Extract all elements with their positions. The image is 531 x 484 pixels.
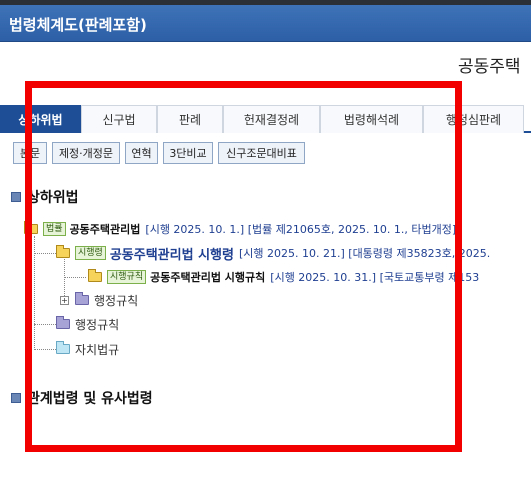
related-section-title: 관계법령 및 유사법령	[11, 388, 153, 408]
law-title-header: 공동주택	[458, 57, 521, 77]
admin-rules-sub-label[interactable]: 행정규칙	[94, 292, 138, 309]
tree-item-local-laws[interactable]: 자치법규	[56, 339, 119, 359]
tree-item-admin-rules-sub[interactable]: + 행정규칙	[60, 290, 138, 310]
title-bar: 법령체계도(판례포함)	[0, 5, 531, 42]
hierarchy-section-label: 상하위법	[27, 190, 79, 206]
tab-hierarchy[interactable]: 상하위법	[0, 105, 81, 133]
article-compare-button[interactable]: 신구조문대비표	[218, 142, 305, 164]
local-laws-label[interactable]: 자치법규	[75, 341, 119, 358]
expand-plus-icon[interactable]: +	[60, 295, 69, 305]
tab-law-interpretations[interactable]: 법령해석례	[320, 105, 423, 133]
rule-meta: [시행 2025. 10. 31.] [국토교통부령 제153	[270, 271, 480, 284]
law-name-link[interactable]: 공동주택관리법	[70, 221, 141, 237]
decree-name-link[interactable]: 공동주택관리법 시행령	[110, 244, 234, 263]
tree-connector	[34, 349, 56, 350]
hierarchy-section-title: 상하위법	[11, 187, 79, 207]
tree-connector	[64, 277, 86, 278]
folder-icon	[75, 292, 89, 305]
section-bullet-icon	[11, 393, 21, 403]
decree-meta: [시행 2025. 10. 21.] [대통령령 제35823호, 2025.	[238, 247, 491, 260]
three-way-compare-button[interactable]: 3단비교	[163, 142, 213, 164]
decree-type-badge: 시행령	[75, 246, 106, 260]
folder-icon	[56, 245, 70, 258]
rule-type-badge: 시행규칙	[107, 270, 147, 284]
folder-icon	[56, 316, 70, 329]
folder-icon	[56, 341, 70, 354]
tree-item-rule[interactable]: 시행규칙 공동주택관리법 시행규칙 [시행 2025. 10. 31.] [국토…	[88, 267, 479, 287]
law-meta: [시행 2025. 10. 1.] [법률 제21065호, 2025. 10.…	[145, 223, 457, 236]
law-type-badge: 법률	[43, 222, 66, 236]
admin-rules-label[interactable]: 행정규칙	[75, 316, 119, 333]
section-bullet-icon	[11, 192, 21, 202]
rule-name-link[interactable]: 공동주택관리법 시행규칙	[150, 269, 265, 285]
tree-item-admin-rules[interactable]: 행정규칙	[56, 314, 119, 334]
window-title: 법령체계도(판례포함)	[9, 16, 147, 34]
tab-administrative-appeals[interactable]: 행정심판례	[423, 105, 524, 133]
folder-icon	[24, 221, 38, 234]
tree-item-law[interactable]: 법률 공동주택관리법 [시행 2025. 10. 1.] [법률 제21065호…	[24, 219, 456, 239]
tab-precedents[interactable]: 판례	[157, 105, 223, 133]
history-button[interactable]: 연혁	[125, 142, 158, 164]
body-text-button[interactable]: 본문	[13, 142, 47, 164]
tab-old-new-law[interactable]: 신구법	[81, 105, 157, 133]
tree-connector	[34, 324, 56, 325]
tab-constitutional-decisions[interactable]: 헌재결정례	[223, 105, 320, 133]
sub-button-bar: 본문 제정·개정문 연혁 3단비교 신구조문대비표	[0, 142, 531, 164]
enactment-amendment-button[interactable]: 제정·개정문	[52, 142, 120, 164]
tab-bar: 상하위법 신구법 판례 헌재결정례 법령해석례 행정심판례	[0, 105, 531, 133]
tree-connector	[34, 253, 56, 254]
related-section-label: 관계법령 및 유사법령	[27, 391, 153, 407]
folder-icon	[88, 269, 102, 282]
tree-item-decree[interactable]: 시행령 공동주택관리법 시행령 [시행 2025. 10. 21.] [대통령령…	[56, 243, 490, 263]
